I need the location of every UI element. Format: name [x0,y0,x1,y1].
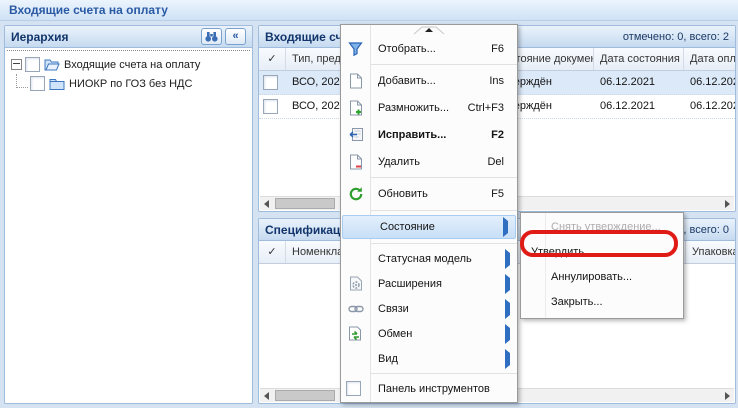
menu-item-view[interactable]: Вид [341,346,517,371]
menu-item-state[interactable]: Состояние [342,215,516,239]
menu-scroll-down-button[interactable] [341,401,517,403]
chevron-left-icon: « [232,31,238,42]
scroll-up-arrow-icon [406,26,452,35]
extensions-icon [341,276,370,291]
column-check[interactable]: ✓ [259,48,286,70]
submenu-arrow-icon [505,253,517,265]
column-pay-date[interactable]: Дата оплаты [684,48,735,70]
cell-pay-date: 06.12.2021 [684,71,735,94]
add-page-icon [341,73,370,89]
menu-item-toolbar[interactable]: Панель инструментов [341,376,517,401]
state-submenu: Снять утверждение... Утвердить... Аннули… [520,212,684,319]
submenu-arrow-icon [505,278,517,290]
submenu-item-unapprove: Снять утверждение... [521,215,683,240]
cell-state-date: 06.12.2021 [594,71,684,94]
tree-item-label: Входящие счета на оплату [64,59,200,71]
hierarchy-tree: Входящие счета на оплату НИОКР по ГОЗ бе… [7,50,250,93]
submenu-arrow-icon [505,303,517,315]
menu-item-status-model[interactable]: Статусная модель [341,246,517,271]
menu-item-add[interactable]: Добавить... Ins [341,67,517,94]
context-menu: Отобрать... F6 Добавить... Ins Размножит… [340,24,518,403]
checkbox[interactable] [346,381,361,396]
submenu-arrow-icon [503,221,515,233]
checkbox[interactable] [263,75,278,90]
menu-item-delete[interactable]: Удалить Del [341,148,517,175]
tree-connector [16,74,28,88]
column-check[interactable]: ✓ [259,241,286,263]
scroll-right-button[interactable] [721,389,734,402]
links-icon [341,304,370,314]
scrollbar-thumb[interactable] [275,198,335,209]
tree-item-child[interactable]: НИОКР по ГОЗ без НДС [7,74,250,93]
open-folder-icon [44,58,60,71]
refresh-icon [341,186,370,202]
menu-item-filter[interactable]: Отобрать... F6 [341,35,517,62]
search-button[interactable] [201,28,222,45]
menu-item-edit[interactable]: Исправить... F2 [341,121,517,148]
submenu-item-approve[interactable]: Утвердить... [521,240,683,265]
menu-item-links[interactable]: Связи [341,296,517,321]
scroll-left-button[interactable] [260,389,273,402]
column-packaging[interactable]: Упаковка [686,241,735,263]
scroll-down-arrow-icon [406,402,452,404]
tree-item-label: НИОКР по ГОЗ без НДС [69,78,192,90]
scroll-right-button[interactable] [721,197,734,210]
submenu-item-annul[interactable]: Аннулировать... [521,265,683,290]
edit-icon [341,127,370,142]
checkbox[interactable] [30,76,45,91]
checkbox[interactable] [263,99,278,114]
app-window: Входящие счета на оплату Иерархия « [0,0,738,408]
submenu-arrow-icon [505,353,517,365]
folder-icon [49,77,65,90]
cell-pay-date: 06.12.2021 [684,95,735,118]
collapse-toggle-icon[interactable] [11,59,22,70]
submenu-item-close[interactable]: Закрыть... [521,290,683,315]
checkbox[interactable] [25,57,40,72]
scrollbar-thumb[interactable] [275,390,335,401]
menu-scroll-up-button[interactable] [341,25,517,35]
scroll-left-button[interactable] [260,197,273,210]
page-title: Входящие счета на оплату [0,0,738,21]
hierarchy-panel: Иерархия « [4,25,253,404]
menu-item-exchange[interactable]: Обмен [341,321,517,346]
menu-item-duplicate[interactable]: Размножить... Ctrl+F3 [341,94,517,121]
delete-page-icon [341,154,370,170]
exchange-icon [341,326,370,341]
duplicate-page-icon [341,100,370,116]
hierarchy-panel-title: Иерархия [11,30,69,44]
cell-state-date: 06.12.2021 [594,95,684,118]
submenu-arrow-icon [505,328,517,340]
binoculars-icon [205,32,218,42]
invoices-counter: отмечено: 0, всего: 2 [623,31,729,43]
menu-item-refresh[interactable]: Обновить F5 [341,180,517,208]
tree-item-root[interactable]: Входящие счета на оплату [7,55,250,74]
collapse-panel-button[interactable]: « [225,28,246,45]
column-state-date[interactable]: Дата состояния [594,48,684,70]
filter-icon [341,41,370,56]
menu-item-extensions[interactable]: Расширения [341,271,517,296]
